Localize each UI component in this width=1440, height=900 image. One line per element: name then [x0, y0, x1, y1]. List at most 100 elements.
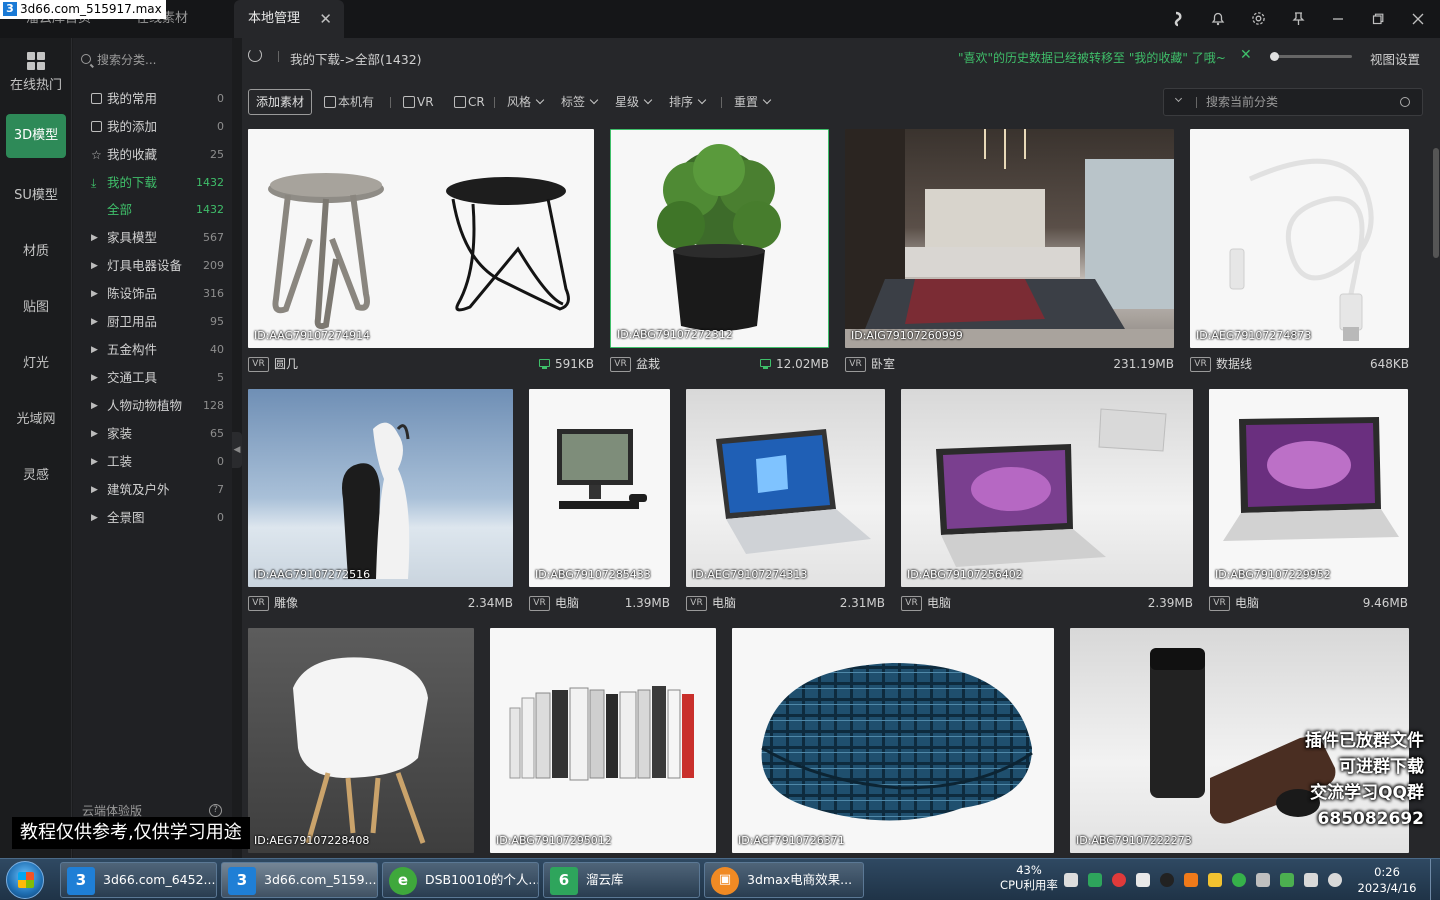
- pin-icon[interactable]: [1278, 0, 1318, 38]
- caret-right-icon: ▶: [91, 401, 98, 411]
- category-architecture-outdoor[interactable]: ▶ 建筑及户外 7: [73, 476, 232, 504]
- tray-liuyunku-icon[interactable]: [1088, 873, 1102, 887]
- category-lighting[interactable]: ▶ 灯具电器设备 209: [73, 252, 232, 280]
- tray-keyboard-icon[interactable]: [1064, 873, 1078, 887]
- rail-item-online-hot[interactable]: 在线热门: [0, 52, 72, 93]
- rail-item-ies[interactable]: 光域网: [0, 408, 72, 427]
- asset-thumbnail[interactable]: ID:AEG79107228408: [248, 628, 474, 853]
- asset-card[interactable]: ID:AIG79107260999 VR 卧室 231.19MB: [845, 129, 1174, 374]
- taskbar-item-3dsmax-1[interactable]: 3 3d66.com_6452...: [60, 862, 217, 898]
- asset-card[interactable]: ID:ABG79107295012: [490, 628, 716, 853]
- view-settings-button[interactable]: 视图设置: [1370, 49, 1420, 68]
- tab-local-management[interactable]: 本地管理 ✕: [234, 0, 344, 38]
- asset-card[interactable]: ID:ABG79107256402 VR 电脑 2.39MB: [901, 389, 1193, 613]
- search-current-category-input[interactable]: 搜索当前分类: [1163, 88, 1423, 116]
- category-vehicles[interactable]: ▶ 交通工具 5: [73, 364, 232, 392]
- help-icon[interactable]: ?: [209, 804, 222, 817]
- rail-item-inspiration[interactable]: 灵感: [0, 464, 72, 483]
- taskbar-item-ecommerce[interactable]: ▣ 3dmax电商效果...: [704, 862, 864, 898]
- category-kitchen-bath[interactable]: ▶ 厨卫用品 95: [73, 308, 232, 336]
- asset-card[interactable]: ID:AAG79107272516 VR 雕像 2.34MB: [248, 389, 513, 613]
- close-tab-icon[interactable]: ✕: [319, 0, 332, 38]
- style-dropdown[interactable]: 风格: [507, 95, 543, 109]
- category-search-input[interactable]: 搜索分类...: [81, 50, 226, 70]
- tray-volume-icon[interactable]: [1328, 873, 1342, 887]
- tray-security-icon[interactable]: [1280, 873, 1294, 887]
- category-hardware[interactable]: ▶ 五金构件 40: [73, 336, 232, 364]
- minimize-button[interactable]: [1318, 0, 1358, 38]
- tray-wechat-icon[interactable]: [1232, 873, 1246, 887]
- star-dropdown[interactable]: 星级: [615, 95, 651, 109]
- search-icon[interactable]: [1400, 97, 1410, 107]
- local-only-checkbox[interactable]: 本机有: [324, 95, 374, 109]
- tray-network-icon[interactable]: [1304, 873, 1318, 887]
- tray-qq-icon[interactable]: [1160, 873, 1174, 887]
- category-commercial[interactable]: ▶ 工装 0: [73, 448, 232, 476]
- asset-thumbnail[interactable]: ID:ABG79107285433: [529, 389, 670, 587]
- tray-app-icon[interactable]: [1184, 873, 1198, 887]
- start-button[interactable]: [6, 861, 44, 899]
- asset-thumbnail[interactable]: ID:AIG79107260999: [845, 129, 1174, 348]
- add-asset-button[interactable]: 添加素材: [248, 89, 312, 115]
- tray-network-app-icon[interactable]: [1256, 873, 1270, 887]
- tray-shield-icon[interactable]: [1208, 873, 1222, 887]
- rail-item-texture[interactable]: 贴图: [0, 296, 72, 315]
- rail-item-su-model[interactable]: SU模型: [0, 184, 72, 203]
- asset-card[interactable]: ID:AEG79107228408: [248, 628, 474, 853]
- gear-icon[interactable]: [1238, 0, 1278, 38]
- collapse-panel-handle[interactable]: ◀: [232, 432, 242, 468]
- asset-thumbnail[interactable]: ID:AAG79107272516: [248, 389, 513, 587]
- asset-thumbnail[interactable]: ID:AEG79107274313: [686, 389, 885, 587]
- thumbnail-size-slider[interactable]: [1270, 52, 1352, 61]
- refresh-icon[interactable]: [248, 48, 262, 62]
- plugin-icon[interactable]: [1158, 0, 1198, 38]
- sort-dropdown[interactable]: 排序: [669, 95, 705, 109]
- asset-thumbnail[interactable]: ID:ACF7910726371: [732, 628, 1054, 853]
- slider-handle[interactable]: [1270, 52, 1279, 61]
- show-desktop-button[interactable]: [1430, 859, 1440, 900]
- scrollbar[interactable]: [1432, 128, 1440, 853]
- bell-icon[interactable]: [1198, 0, 1238, 38]
- reset-button[interactable]: 重置: [734, 95, 770, 109]
- rail-item-light[interactable]: 灯光: [0, 352, 72, 371]
- vr-checkbox[interactable]: VR: [403, 95, 434, 109]
- close-window-button[interactable]: [1398, 0, 1438, 38]
- taskbar-item-liuyunku[interactable]: 6 溜云库: [543, 862, 700, 898]
- asset-card[interactable]: ID:AEG79107274313 VR 电脑 2.31MB: [686, 389, 885, 613]
- asset-card[interactable]: ID:ABG79107272312 VR 盆栽 12.02MB: [610, 129, 829, 374]
- asset-thumbnail[interactable]: ID:ABG79107256402: [901, 389, 1193, 587]
- category-my-collection[interactable]: ☆ 我的收藏 25: [73, 141, 232, 169]
- category-decor[interactable]: ▶ 陈设饰品 316: [73, 280, 232, 308]
- category-people-animals-plants[interactable]: ▶ 人物动物植物 128: [73, 392, 232, 420]
- rail-item-material[interactable]: 材质: [0, 240, 72, 259]
- cr-checkbox[interactable]: CR: [454, 95, 485, 109]
- asset-thumbnail[interactable]: ID:AAG79107274914: [248, 129, 594, 348]
- category-panorama[interactable]: ▶ 全景图 0: [73, 504, 232, 532]
- taskbar-item-browser[interactable]: e DSB10010的个人...: [382, 862, 539, 898]
- asset-thumbnail[interactable]: ID:ABG79107229952: [1209, 389, 1408, 587]
- category-favorites-common[interactable]: 我的常用 0: [73, 85, 232, 113]
- asset-card[interactable]: ID:AAG79107274914 VR 圆几 591KB: [248, 129, 594, 374]
- category-all[interactable]: 全部 1432: [73, 196, 232, 224]
- asset-card[interactable]: ID:ABG79107285433 VR 电脑 1.39MB: [529, 389, 670, 613]
- category-my-downloads[interactable]: ⤓ 我的下载 1432: [73, 169, 232, 197]
- close-notice-icon[interactable]: ✕: [1240, 47, 1252, 63]
- category-my-added[interactable]: 我的添加 0: [73, 113, 232, 141]
- tag-dropdown[interactable]: 标签: [561, 95, 597, 109]
- asset-card[interactable]: ID:ABG79107229952 VR 电脑 9.46MB: [1209, 389, 1408, 613]
- category-home-decoration[interactable]: ▶ 家装 65: [73, 420, 232, 448]
- asset-thumbnail[interactable]: ID:AEG79107274873: [1190, 129, 1409, 348]
- chevron-down-icon[interactable]: [1174, 94, 1183, 103]
- tray-audio-app-icon[interactable]: [1136, 873, 1150, 887]
- asset-card[interactable]: ID:ACF7910726371: [732, 628, 1054, 853]
- asset-thumbnail[interactable]: ID:ABG79107272312: [610, 129, 829, 348]
- restore-button[interactable]: [1358, 0, 1398, 38]
- category-furniture[interactable]: ▶ 家具模型 567: [73, 224, 232, 252]
- taskbar-item-3dsmax-2[interactable]: 3 3d66.com_5159...: [221, 862, 378, 898]
- asset-card[interactable]: ID:AEG79107274873 VR 数据线 648KB: [1190, 129, 1409, 374]
- scrollbar-thumb[interactable]: [1433, 148, 1439, 258]
- rail-item-3d-model[interactable]: 3D模型: [6, 114, 66, 158]
- tray-antivirus-icon[interactable]: [1112, 873, 1126, 887]
- asset-thumbnail[interactable]: ID:ABG79107295012: [490, 628, 716, 853]
- system-clock[interactable]: 0:26 2023/4/16: [1352, 864, 1422, 896]
